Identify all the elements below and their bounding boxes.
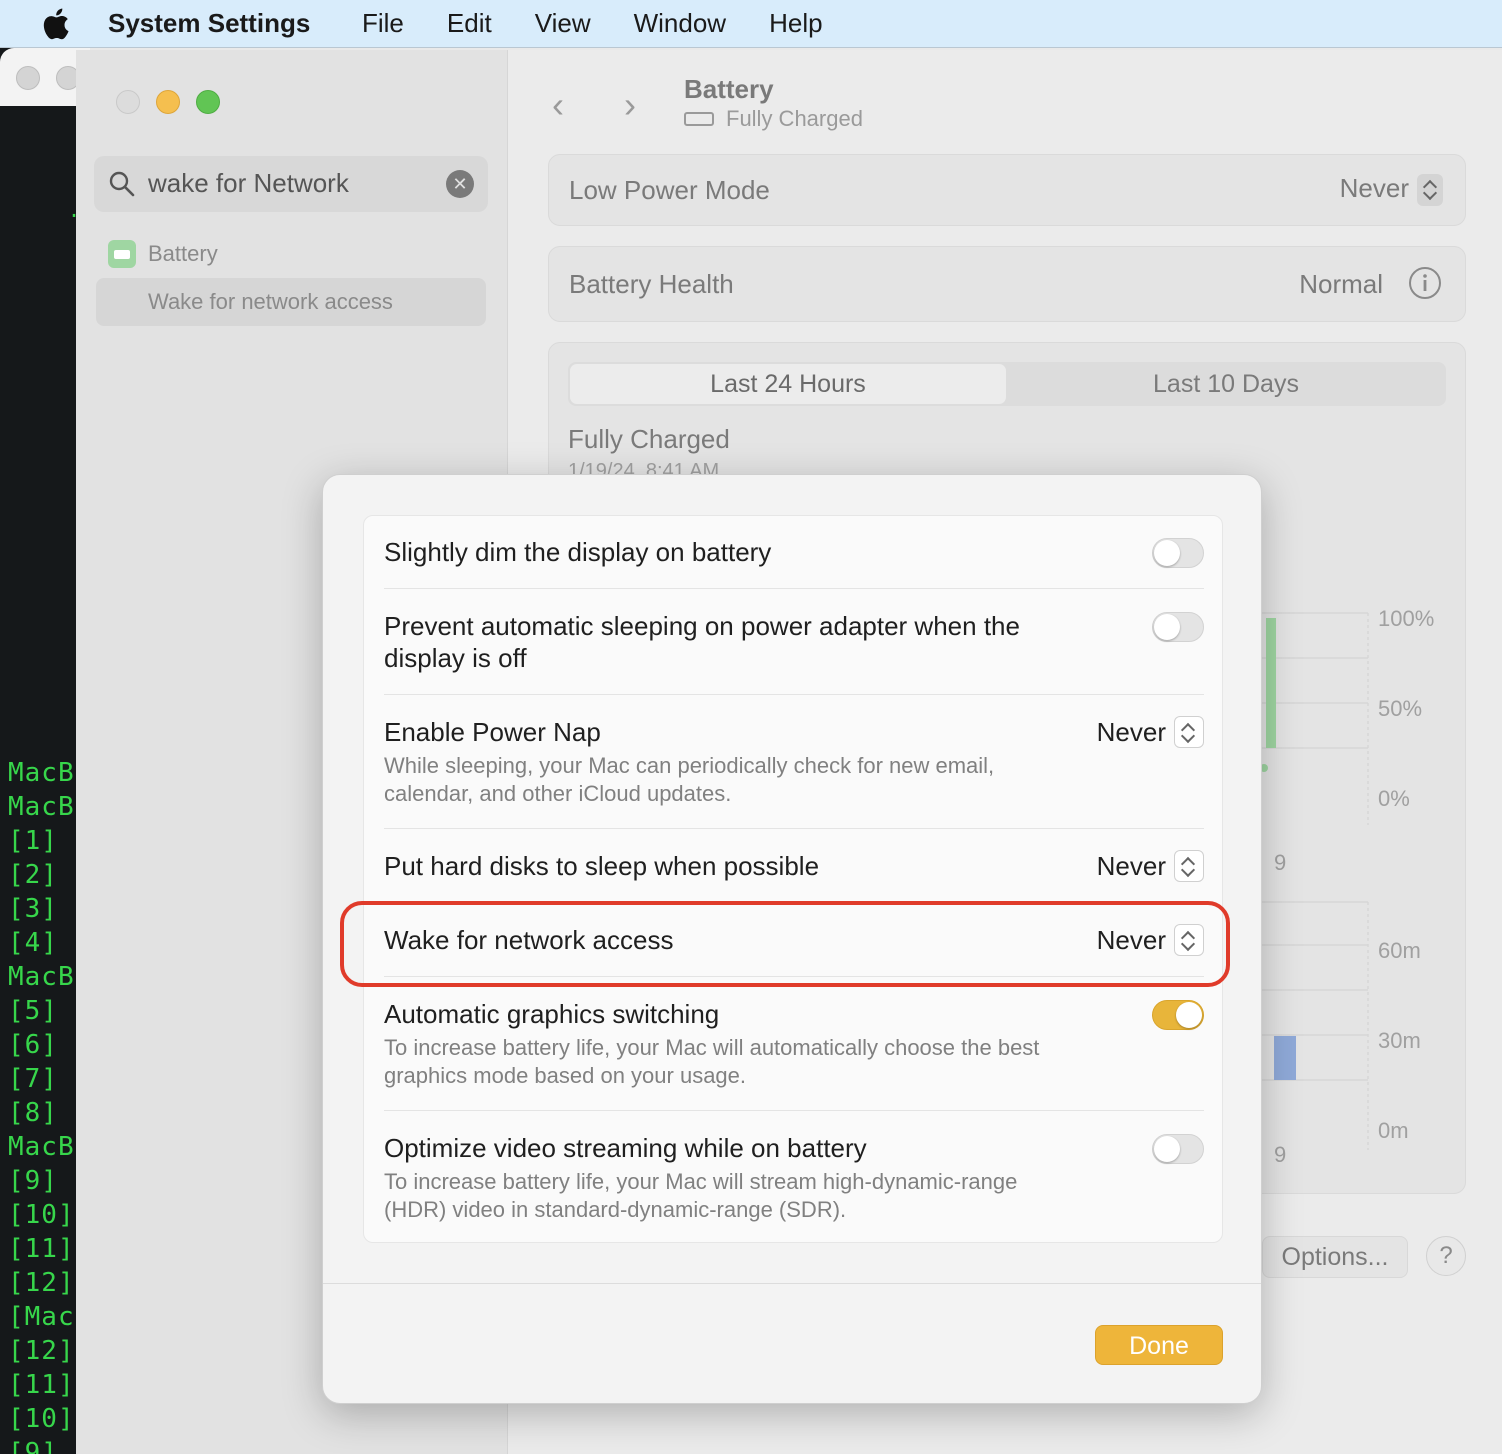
- chart-tick-0: 0%: [1378, 786, 1410, 811]
- search-result-wake-network[interactable]: Wake for network access: [96, 278, 486, 326]
- back-icon[interactable]: ‹: [552, 84, 564, 126]
- chart-tick-50: 50%: [1378, 696, 1423, 721]
- charge-status: Fully Charged: [568, 424, 730, 454]
- low-power-popup[interactable]: Never: [1339, 173, 1443, 207]
- popup-value: Never: [1096, 716, 1166, 747]
- chart-tick-60m: 60m: [1378, 938, 1421, 963]
- page-title: Battery: [684, 74, 774, 104]
- zoom-button[interactable]: [196, 90, 220, 114]
- low-power-label: Low Power Mode: [569, 175, 770, 205]
- chart-tick-0m: 0m: [1378, 1118, 1409, 1143]
- terminal-close-button[interactable]: [16, 66, 40, 90]
- battery-health-row: Battery Health Normal: [548, 246, 1466, 322]
- battery-level-bar: [1266, 618, 1276, 748]
- row-title: Enable Power Nap: [384, 717, 601, 747]
- minimize-button[interactable]: [156, 90, 180, 114]
- options-button[interactable]: Options...: [1262, 1236, 1408, 1278]
- menu-file[interactable]: File: [362, 8, 404, 39]
- search-input[interactable]: [148, 168, 438, 199]
- graphics-switching-toggle[interactable]: [1152, 1000, 1204, 1030]
- footer-divider: [323, 1283, 1261, 1284]
- row-title: Slightly dim the display on battery: [384, 537, 772, 567]
- row-dim-display: Slightly dim the display on battery: [384, 536, 1204, 568]
- row-graphics-switching: Automatic graphics switching To increase…: [384, 998, 1204, 1090]
- chart-tick-30m: 30m: [1378, 1028, 1421, 1053]
- stepper-icon: [1417, 174, 1443, 207]
- info-icon[interactable]: [1407, 265, 1443, 301]
- options-group: Slightly dim the display on battery Prev…: [363, 515, 1223, 1243]
- range-segmented-control: Last 24 Hours Last 10 Days: [568, 362, 1446, 406]
- page-subtitle: Fully Charged: [684, 106, 863, 132]
- battery-health-label: Battery Health: [569, 269, 734, 299]
- menu-window[interactable]: Window: [634, 8, 726, 39]
- power-nap-popup[interactable]: Never: [1097, 716, 1204, 748]
- row-description: To increase battery life, your Mac will …: [384, 1035, 1040, 1088]
- search-field[interactable]: ✕: [94, 156, 488, 212]
- stepper-icon: [1174, 850, 1204, 882]
- row-video-streaming: Optimize video streaming while on batter…: [384, 1132, 1204, 1224]
- chart-x-tick: 9: [1274, 850, 1287, 875]
- screen-on-bar: [1274, 1036, 1296, 1080]
- help-button[interactable]: ?: [1426, 1236, 1466, 1276]
- video-streaming-toggle[interactable]: [1152, 1134, 1204, 1164]
- menu-edit[interactable]: Edit: [447, 8, 492, 39]
- row-power-nap: Enable Power Nap While sleeping, your Ma…: [384, 716, 1204, 808]
- search-icon: [109, 171, 135, 197]
- clear-search-icon[interactable]: ✕: [446, 170, 474, 198]
- menu-help[interactable]: Help: [769, 8, 822, 39]
- usage-chart: [1262, 612, 1369, 1150]
- row-title: Put hard disks to sleep when possible: [384, 851, 820, 881]
- menu-app-name[interactable]: System Settings: [108, 8, 310, 39]
- page-subtitle-text: Fully Charged: [726, 106, 863, 131]
- row-hard-disks: Put hard disks to sleep when possible Ne…: [384, 850, 1204, 882]
- row-title: Prevent automatic sleeping on power adap…: [384, 611, 1020, 673]
- chart-tick-100: 100%: [1378, 606, 1435, 631]
- row-description: To increase battery life, your Mac will …: [384, 1169, 1018, 1222]
- sidebar-item-battery[interactable]: Battery: [108, 240, 218, 268]
- stepper-icon: [1174, 716, 1204, 748]
- prevent-sleep-toggle[interactable]: [1152, 612, 1204, 642]
- battery-icon: [108, 240, 136, 268]
- battery-health-value: Normal: [1299, 269, 1383, 299]
- close-button[interactable]: [116, 90, 140, 114]
- row-title: Optimize video streaming while on batter…: [384, 1133, 867, 1163]
- forward-icon[interactable]: ›: [624, 84, 636, 126]
- row-prevent-sleep: Prevent automatic sleeping on power adap…: [384, 610, 1204, 674]
- apple-icon[interactable]: [40, 7, 70, 41]
- low-power-value: Never: [1339, 173, 1409, 203]
- menu-view[interactable]: View: [535, 8, 591, 39]
- tab-last-24-hours[interactable]: Last 24 Hours: [570, 364, 1006, 404]
- done-button[interactable]: Done: [1095, 1325, 1223, 1365]
- row-description: While sleeping, your Mac can periodicall…: [384, 753, 995, 806]
- low-power-row: Low Power Mode Never: [548, 154, 1466, 226]
- popup-value: Never: [1096, 850, 1166, 881]
- charging-icon: [684, 112, 714, 126]
- sidebar-item-label: Battery: [148, 241, 218, 266]
- menu-bar: System Settings File Edit View Window He…: [0, 0, 1502, 48]
- dim-display-toggle[interactable]: [1152, 538, 1204, 568]
- hard-disks-popup[interactable]: Never: [1097, 850, 1204, 882]
- highlight-annotation: [340, 901, 1230, 987]
- chart-x-tick-2: 9: [1274, 1142, 1287, 1167]
- row-title: Automatic graphics switching: [384, 999, 720, 1029]
- tab-last-10-days[interactable]: Last 10 Days: [1008, 364, 1444, 404]
